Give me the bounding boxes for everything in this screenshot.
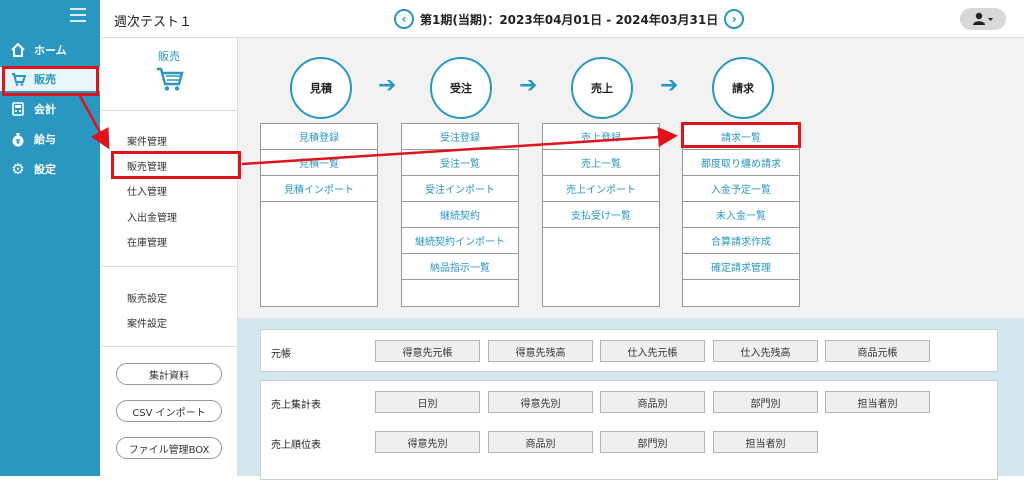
flow-step-sales: 売上	[571, 57, 633, 119]
nav-label: ホーム	[34, 44, 67, 57]
hamburger-menu-icon[interactable]	[70, 8, 86, 22]
report-button[interactable]: 商品元帳	[825, 340, 930, 362]
submenu-link-projects[interactable]: 案件管理	[127, 133, 167, 148]
flow-arrow-icon: ➔	[519, 73, 538, 98]
chevron-left-icon[interactable]: ‹	[394, 9, 414, 29]
link-sales-import[interactable]: 売上インポート	[543, 176, 659, 202]
order-links: 受注登録 受注一覧 受注インポート 継続契約 継続契約インポート 納品指示一覧	[401, 123, 519, 307]
report-button[interactable]: 担当者別	[825, 391, 930, 413]
report-button[interactable]: 日別	[375, 391, 480, 413]
sales-submenu: 販売 案件管理 販売管理 仕入管理 入出金管理 在庫管理 販売設定 案件設定 集…	[100, 38, 238, 476]
company-name: 週次テスト１	[114, 15, 193, 30]
svg-text:¥: ¥	[16, 138, 21, 146]
nav-label: 販売	[34, 73, 56, 86]
flow-step-order: 受注	[430, 57, 492, 119]
user-icon	[973, 12, 993, 25]
report-button[interactable]: 仕入先元帳	[600, 340, 705, 362]
submenu-link-sales-management[interactable]: 販売管理	[127, 158, 167, 173]
link-combined-billing[interactable]: 合算請求作成	[683, 228, 799, 254]
link-unpaid-list[interactable]: 未入金一覧	[683, 202, 799, 228]
ledger-card: 元帳 得意先元帳 得意先残高 仕入先元帳 仕入先残高 商品元帳	[260, 329, 998, 372]
link-payment-schedule[interactable]: 入金予定一覧	[683, 176, 799, 202]
user-menu-button[interactable]	[960, 8, 1006, 30]
link-contract[interactable]: 継続契約	[402, 202, 518, 228]
nav-item-payroll[interactable]: ¥ 給与	[0, 127, 100, 151]
aggregate-reports-button[interactable]: 集計資料	[116, 363, 222, 385]
report-button[interactable]: 仕入先残高	[713, 340, 818, 362]
flow-arrow-icon: ➔	[378, 73, 397, 98]
report-button[interactable]: 商品別	[488, 431, 593, 453]
divider	[100, 110, 238, 111]
report-button[interactable]: 商品別	[600, 391, 705, 413]
link-estimate-import[interactable]: 見積インポート	[261, 176, 377, 202]
link-payment-list[interactable]: 支払受け一覧	[543, 202, 659, 228]
period-text: 第1期(当期)：2023年04月01日 - 2024年03月31日	[420, 12, 719, 27]
main-nav: ホーム 販売 会計 ¥ 給与 ⚙ 設定	[0, 0, 100, 476]
report-button[interactable]: 得意先別	[488, 391, 593, 413]
report-button[interactable]: 部門別	[713, 391, 818, 413]
flow-step-billing: 請求	[712, 57, 774, 119]
report-row: 元帳 得意先元帳 得意先残高 仕入先元帳 仕入先残高 商品元帳	[261, 330, 999, 372]
row-label: 売上順位表	[271, 440, 321, 451]
link-estimate-list[interactable]: 見積一覧	[261, 150, 377, 176]
file-box-button[interactable]: ファイル管理BOX	[116, 437, 222, 459]
flow-arrow-icon: ➔	[660, 73, 679, 98]
submenu-link-sales-settings[interactable]: 販売設定	[127, 290, 167, 305]
link-confirmed-billing[interactable]: 確定請求管理	[683, 254, 799, 280]
report-button[interactable]: 部門別	[600, 431, 705, 453]
row-label: 元帳	[271, 349, 291, 360]
csv-import-button[interactable]: CSV インポート	[116, 400, 222, 422]
nav-item-sales[interactable]: 販売	[0, 67, 100, 91]
link-order-list[interactable]: 受注一覧	[402, 150, 518, 176]
link-sales-list[interactable]: 売上一覧	[543, 150, 659, 176]
estimate-links: 見積登録 見積一覧 見積インポート	[260, 123, 378, 307]
top-header: 週次テスト１ ‹ 第1期(当期)：2023年04月01日 - 2024年03月3…	[100, 0, 1024, 38]
report-button[interactable]: 担当者別	[713, 431, 818, 453]
submenu-title: 販売	[158, 50, 180, 63]
billing-links: 請求一覧 都度取り纏め請求 入金予定一覧 未入金一覧 合算請求作成 確定請求管理	[682, 123, 800, 307]
cart-icon	[156, 66, 184, 95]
report-button[interactable]: 得意先別	[375, 431, 480, 453]
submenu-link-purchasing[interactable]: 仕入管理	[127, 183, 167, 198]
period-selector: ‹ 第1期(当期)：2023年04月01日 - 2024年03月31日 ›	[394, 9, 745, 29]
link-consolidated-billing[interactable]: 都度取り纏め請求	[683, 150, 799, 176]
flow-step-estimate: 見積	[290, 57, 352, 119]
calculator-icon	[10, 101, 26, 117]
report-button[interactable]: 得意先残高	[488, 340, 593, 362]
reports-panel: 元帳 得意先元帳 得意先残高 仕入先元帳 仕入先残高 商品元帳 売上集計表 日別…	[238, 318, 1024, 480]
link-billing-list[interactable]: 請求一覧	[683, 124, 799, 150]
home-icon	[10, 42, 26, 58]
sales-flow-panel: 見積 ➔ 受注 ➔ 売上 ➔ 請求 見積登録 見積一覧 見積インポート 受注登録…	[238, 38, 1024, 318]
link-contract-import[interactable]: 継続契約インポート	[402, 228, 518, 254]
link-delivery-list[interactable]: 納品指示一覧	[402, 254, 518, 280]
money-bag-icon: ¥	[10, 131, 26, 147]
chevron-right-icon[interactable]: ›	[724, 9, 745, 29]
cart-icon	[10, 71, 26, 87]
submenu-link-inventory[interactable]: 在庫管理	[127, 234, 167, 249]
report-row: 売上順位表 得意先別 商品別 部門別 担当者別	[261, 421, 999, 463]
nav-label: 会計	[34, 103, 56, 116]
nav-item-settings[interactable]: ⚙ 設定	[0, 157, 100, 181]
nav-label: 給与	[34, 133, 56, 146]
sales-summary-card: 売上集計表 日別 得意先別 商品別 部門別 担当者別 売上順位表 得意先別 商品…	[260, 380, 998, 480]
gear-icon: ⚙	[11, 160, 25, 178]
link-order-import[interactable]: 受注インポート	[402, 176, 518, 202]
divider	[100, 346, 238, 347]
link-estimate-register[interactable]: 見積登録	[261, 124, 377, 150]
submenu-link-project-settings[interactable]: 案件設定	[127, 315, 167, 330]
nav-item-home[interactable]: ホーム	[0, 38, 100, 62]
submenu-link-cash-flow[interactable]: 入出金管理	[127, 209, 177, 224]
sales-links: 売上登録 売上一覧 売上インポート 支払受け一覧	[542, 123, 660, 307]
link-order-register[interactable]: 受注登録	[402, 124, 518, 150]
report-button[interactable]: 得意先元帳	[375, 340, 480, 362]
report-row: 売上集計表 日別 得意先別 商品別 部門別 担当者別	[261, 381, 999, 423]
divider	[100, 266, 238, 267]
nav-item-accounting[interactable]: 会計	[0, 97, 100, 121]
row-label: 売上集計表	[271, 400, 321, 411]
nav-label: 設定	[34, 163, 56, 176]
link-sales-register[interactable]: 売上登録	[543, 124, 659, 150]
